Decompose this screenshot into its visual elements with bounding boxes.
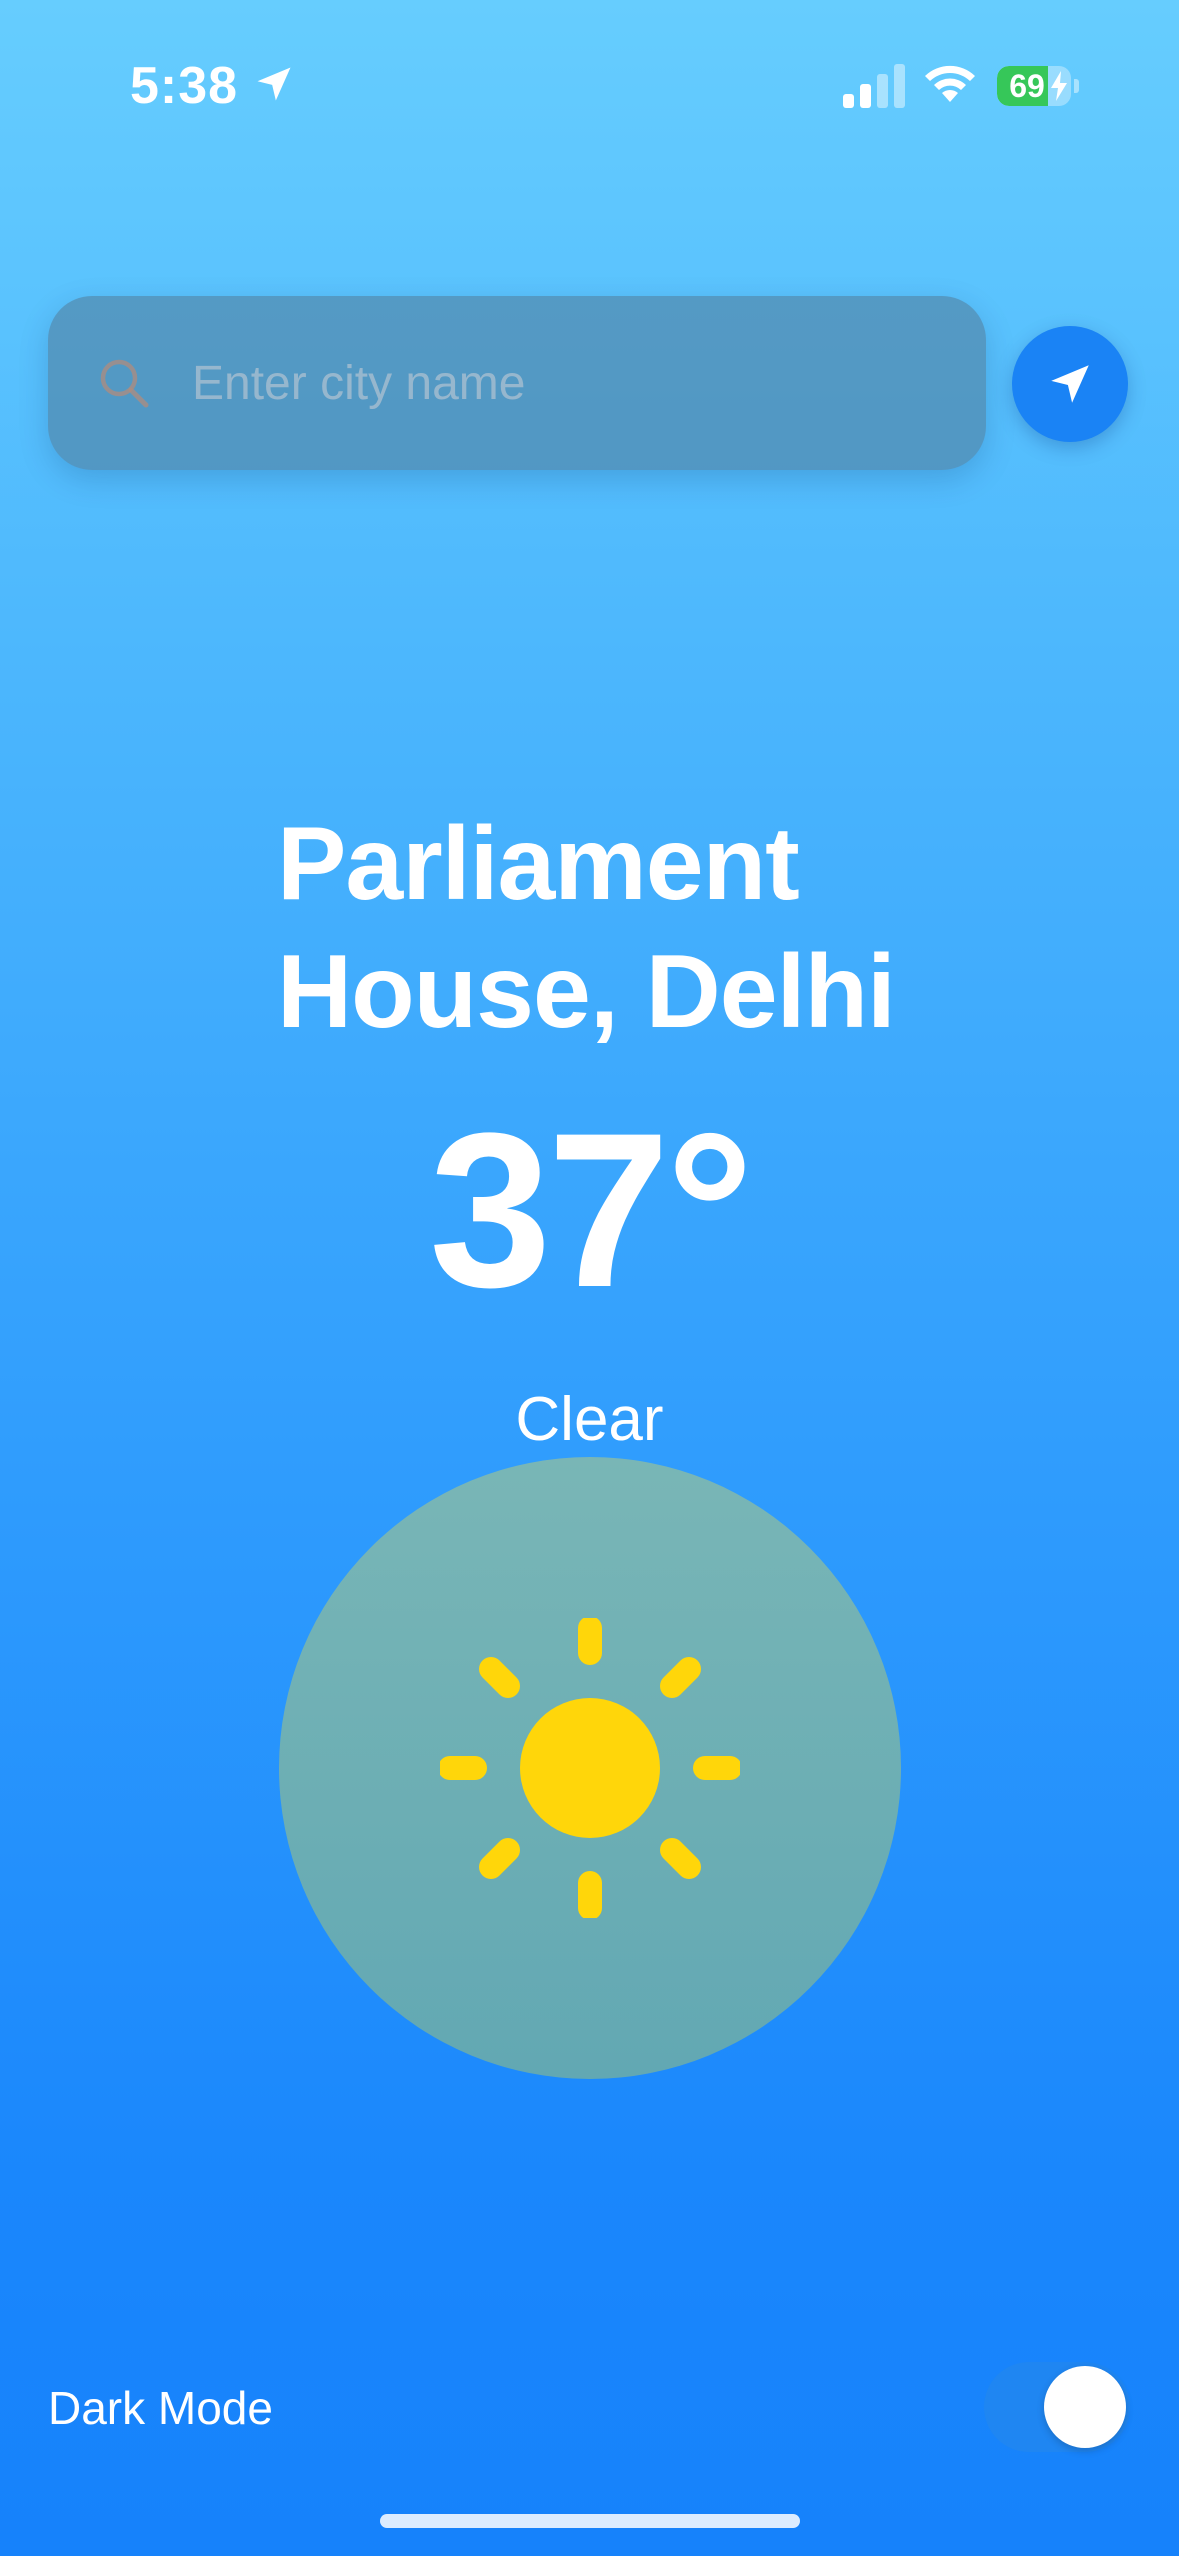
- search-icon: [100, 359, 149, 408]
- weather-condition: Clear: [515, 1385, 664, 1454]
- status-bar: 5:38 69: [0, 0, 1179, 160]
- charging-bolt-icon: [1051, 71, 1067, 101]
- battery-indicator: 69: [997, 66, 1079, 106]
- temperature: 37°: [429, 1087, 754, 1333]
- battery-cap: [1074, 79, 1079, 93]
- battery-body: 69: [997, 66, 1071, 106]
- location-name: Parliament House, Delhi: [277, 800, 977, 1056]
- battery-level-text: 69: [1009, 68, 1045, 104]
- location-arrow-icon: [1051, 365, 1089, 403]
- toggle-knob[interactable]: [1044, 2366, 1126, 2448]
- search-bar[interactable]: [48, 296, 986, 470]
- wifi-icon: [925, 65, 975, 102]
- weather-icon-circle: [279, 1457, 901, 2079]
- status-time: 5:38: [130, 57, 239, 115]
- location-name-line-1: Parliament: [277, 806, 800, 922]
- current-location-button[interactable]: [1012, 326, 1128, 442]
- dark-mode-toggle[interactable]: [984, 2362, 1130, 2452]
- location-arrow-icon: [257, 67, 291, 101]
- dark-mode-label: Dark Mode: [48, 2382, 273, 2434]
- signal-bars-icon: [843, 64, 905, 108]
- sun-icon: [440, 1618, 740, 1918]
- city-search-input[interactable]: [192, 343, 952, 423]
- location-name-line-2: House, Delhi: [277, 934, 896, 1050]
- home-indicator[interactable]: [380, 2514, 800, 2528]
